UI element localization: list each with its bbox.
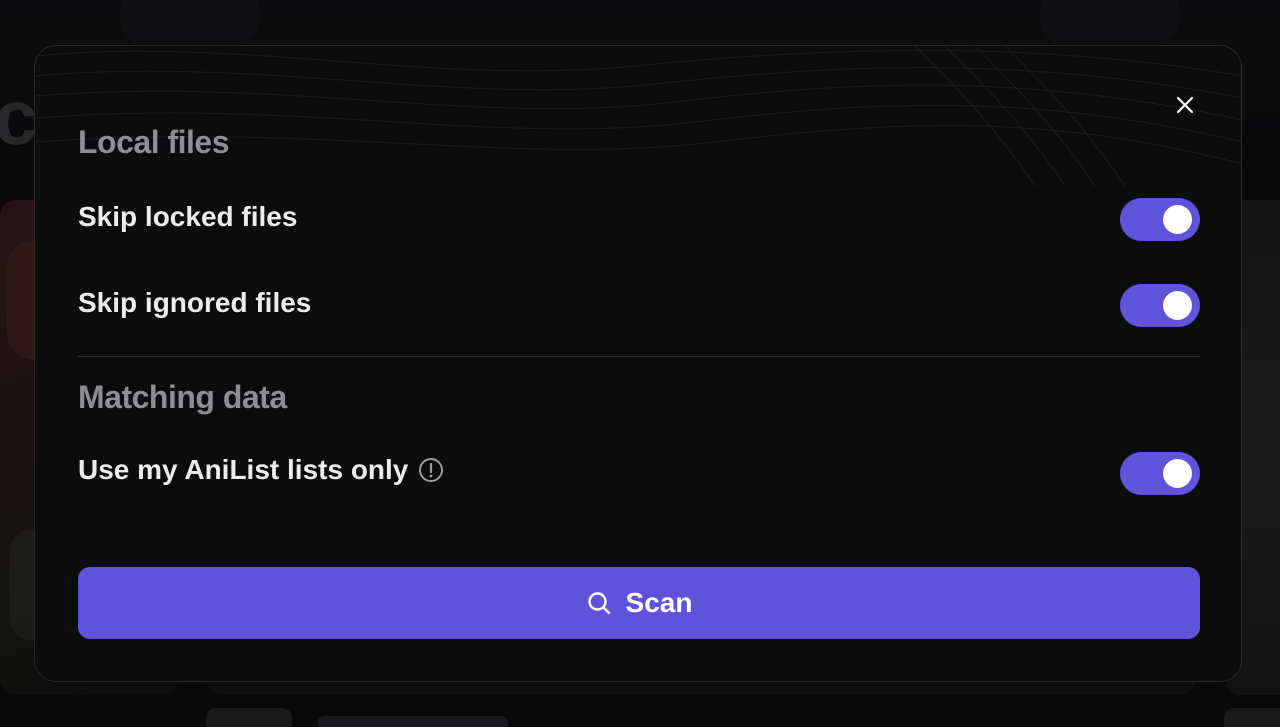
info-icon[interactable] [418,457,444,483]
option-text: Use my AniList lists only [78,454,409,485]
toggle-knob [1163,459,1192,488]
option-label-anilist-only: Use my AniList lists only [78,454,444,486]
section-title-local-files: Local files [78,124,230,160]
toggle-knob [1163,205,1192,234]
toggle-knob [1163,291,1192,320]
section-divider [78,356,1200,357]
scan-button[interactable]: Scan [78,567,1200,639]
scan-button-label: Scan [625,587,693,618]
scan-settings-modal: Local files Skip locked files Skip ignor… [34,45,1242,682]
close-icon [1176,96,1194,114]
option-text: Skip locked files [78,201,298,232]
toggle-skip-ignored-files[interactable] [1120,284,1200,327]
search-icon [586,590,612,616]
option-text: Skip ignored files [78,287,312,318]
close-button[interactable] [1171,91,1199,119]
section-title-matching-data: Matching data [78,379,287,415]
toggle-skip-locked-files[interactable] [1120,198,1200,241]
option-label-skip-ignored: Skip ignored files [78,287,311,319]
decorative-wave-pattern [35,46,1241,186]
toggle-anilist-lists-only[interactable] [1120,452,1200,495]
option-label-skip-locked: Skip locked files [78,201,297,233]
